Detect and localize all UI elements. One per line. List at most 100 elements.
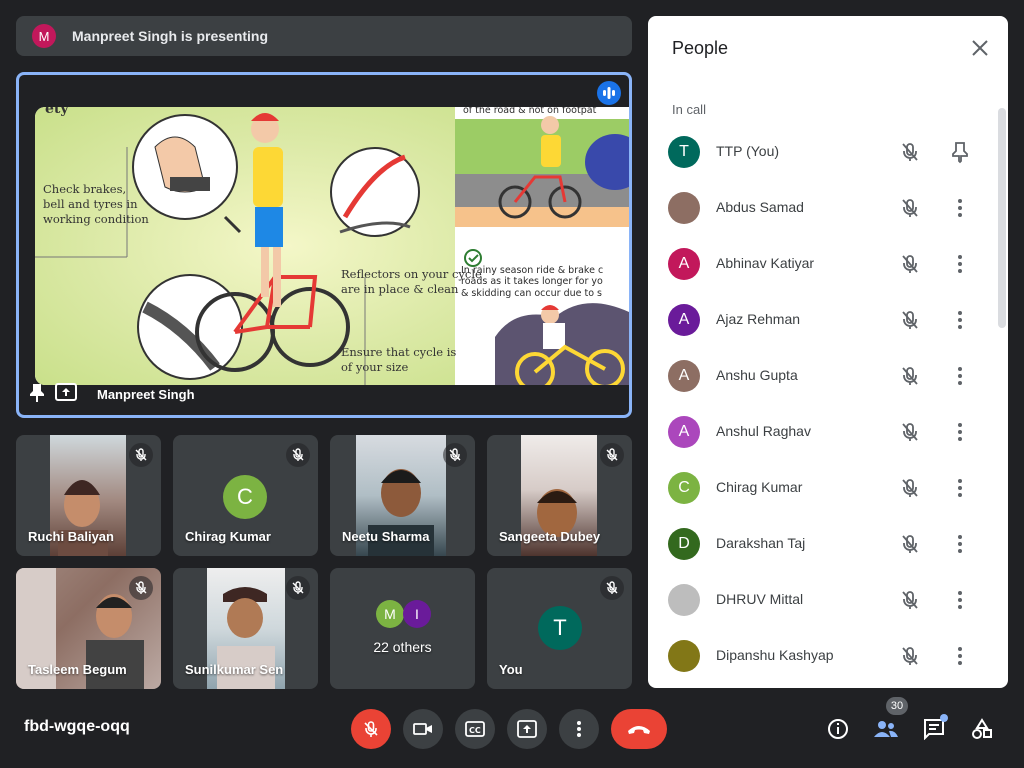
- participant-name: Tasleem Begum: [28, 662, 127, 677]
- participant-row[interactable]: Abdus Samad: [648, 180, 1000, 236]
- slide-brakes-text: Check brakes, bell and tyres in working …: [43, 182, 149, 226]
- participant-avatar: C: [668, 472, 700, 504]
- muted-mic-icon: [600, 443, 624, 467]
- participant-tile[interactable]: Sangeeta Dubey: [487, 435, 632, 556]
- people-icon: [874, 721, 898, 737]
- participant-name: Ajaz Rehman: [716, 311, 801, 327]
- presenter-name: Manpreet Singh: [97, 387, 195, 402]
- presentation-tile[interactable]: ety of the road & not on footpat In rain…: [16, 72, 632, 418]
- more-icon[interactable]: [948, 588, 972, 612]
- more-icon[interactable]: [948, 196, 972, 220]
- participant-name: Dipanshu Kashyap: [716, 647, 834, 663]
- camera-toggle-button[interactable]: [403, 709, 443, 749]
- shared-slide: ety of the road & not on footpat In rain…: [35, 107, 629, 385]
- presenting-banner: M Manpreet Singh is presenting: [16, 16, 632, 56]
- muted-mic-icon: [443, 443, 467, 467]
- participant-avatar: A: [668, 304, 700, 336]
- muted-mic-icon: [129, 576, 153, 600]
- more-icon[interactable]: [948, 364, 972, 388]
- muted-mic-icon[interactable]: [898, 308, 922, 332]
- hang-up-icon: [628, 726, 650, 734]
- participant-name: Sangeeta Dubey: [499, 529, 601, 544]
- more-icon[interactable]: [948, 476, 972, 500]
- participant-name: Neetu Sharma: [342, 529, 430, 544]
- more-icon[interactable]: [948, 532, 972, 556]
- participant-avatar: A: [668, 360, 700, 392]
- muted-mic-icon: [129, 443, 153, 467]
- muted-mic-icon[interactable]: [898, 196, 922, 220]
- participant-name: TTP (You): [716, 143, 780, 159]
- participant-row[interactable]: C Chirag Kumar: [648, 460, 1000, 516]
- leave-call-button[interactable]: [611, 709, 667, 749]
- participant-tile[interactable]: Tasleem Begum: [16, 568, 161, 689]
- participant-name: Darakshan Taj: [716, 535, 806, 551]
- participant-row[interactable]: D Darakshan Taj: [648, 516, 1000, 572]
- participant-row[interactable]: T TTP (You): [648, 124, 1000, 180]
- more-options-button[interactable]: [559, 709, 599, 749]
- muted-mic-icon[interactable]: [898, 532, 922, 556]
- participant-row[interactable]: A Abhinav Katiyar: [648, 236, 1000, 292]
- activities-button[interactable]: [966, 713, 998, 745]
- present-screen-icon: [55, 383, 77, 406]
- participant-name: Abdus Samad: [716, 199, 804, 215]
- participant-name: Anshu Gupta: [716, 367, 798, 383]
- others-avatar: I: [403, 600, 431, 628]
- panel-title: People: [672, 38, 729, 58]
- others-avatar: M: [376, 600, 404, 628]
- pin-icon[interactable]: [948, 140, 972, 164]
- participant-avatar: [668, 192, 700, 224]
- road-illustration: [455, 116, 629, 385]
- participant-row[interactable]: Dipanshu Kashyap: [648, 628, 1000, 684]
- participant-row[interactable]: A Anshul Raghav: [648, 404, 1000, 460]
- present-now-button[interactable]: [507, 709, 547, 749]
- others-count: 22 others: [373, 639, 432, 655]
- muted-mic-icon[interactable]: [898, 364, 922, 388]
- participant-row[interactable]: A Ajaz Rehman: [648, 292, 1000, 348]
- participant-name: Anshul Raghav: [716, 423, 811, 439]
- slide-illustration-left: ety: [35, 107, 455, 385]
- muted-mic-icon[interactable]: [898, 644, 922, 668]
- camera-icon: [413, 723, 432, 735]
- muted-mic-icon[interactable]: [898, 140, 922, 164]
- close-icon[interactable]: [968, 36, 992, 60]
- presenting-text: Manpreet Singh is presenting: [72, 28, 269, 44]
- presenter-avatar: M: [32, 24, 56, 48]
- muted-mic-icon: [286, 443, 310, 467]
- participant-avatar: [668, 584, 700, 616]
- participant-name: Sunilkumar Sen: [185, 662, 284, 677]
- self-tile[interactable]: T You: [487, 568, 632, 689]
- others-tile[interactable]: M I 22 others: [330, 568, 475, 689]
- more-icon[interactable]: [948, 308, 972, 332]
- slide-corner-title: ety: [45, 107, 69, 117]
- participant-tile[interactable]: Sunilkumar Sen: [173, 568, 318, 689]
- participant-row[interactable]: DHRUV Mittal: [648, 572, 1000, 628]
- mic-off-icon: [364, 721, 378, 737]
- in-call-heading: In call: [672, 102, 706, 117]
- participant-avatar: C: [223, 475, 267, 519]
- meeting-details-button[interactable]: [822, 713, 854, 745]
- participant-row[interactable]: A Anshu Gupta: [648, 348, 1000, 404]
- people-panel: People In call T TTP (You) Abdus Samad A Abh…: [648, 16, 1008, 688]
- participant-tile[interactable]: Neetu Sharma: [330, 435, 475, 556]
- slide-road-text: of the road & not on footpat: [463, 107, 597, 116]
- present-screen-icon: [517, 720, 537, 738]
- info-icon: [828, 719, 848, 739]
- more-icon[interactable]: [948, 644, 972, 668]
- participant-name: Ruchi Baliyan: [28, 529, 114, 544]
- muted-mic-icon[interactable]: [898, 420, 922, 444]
- captions-button[interactable]: CC: [455, 709, 495, 749]
- mic-toggle-button[interactable]: [351, 709, 391, 749]
- slide-rain-text: In rainy season ride & brake c roads as …: [461, 265, 604, 299]
- more-icon[interactable]: [948, 252, 972, 276]
- muted-mic-icon[interactable]: [898, 252, 922, 276]
- participant-tile[interactable]: C Chirag Kumar: [173, 435, 318, 556]
- participant-name: Abhinav Katiyar: [716, 255, 815, 271]
- more-icon[interactable]: [948, 420, 972, 444]
- muted-mic-icon[interactable]: [898, 476, 922, 500]
- participant-tile[interactable]: Ruchi Baliyan: [16, 435, 161, 556]
- people-button[interactable]: [870, 713, 902, 745]
- pin-icon[interactable]: [29, 382, 45, 407]
- activities-icon: [972, 718, 992, 739]
- chat-notification-dot: [940, 714, 948, 722]
- muted-mic-icon[interactable]: [898, 588, 922, 612]
